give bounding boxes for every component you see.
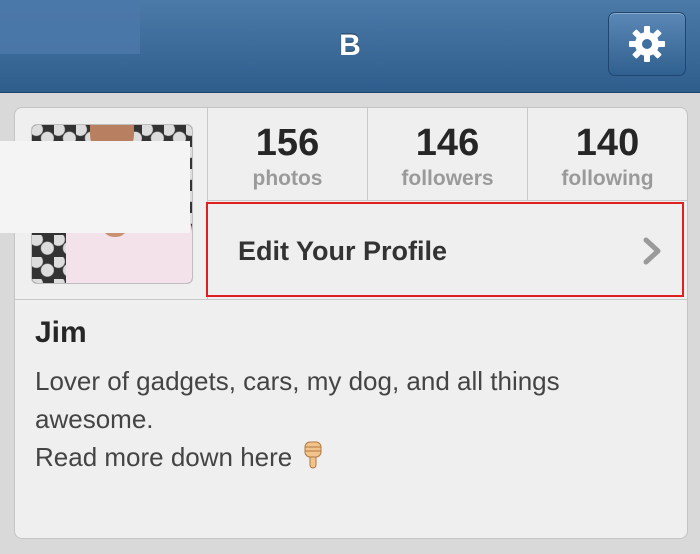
highlight-box [206,202,684,297]
divider [15,299,687,300]
stat-following[interactable]: 140 following [528,108,687,200]
bio-line: awesome. [35,404,154,434]
stat-value: 140 [575,122,640,164]
stat-photos[interactable]: 156 photos [208,108,367,200]
nav-title: B [339,29,361,62]
gear-icon [629,26,665,62]
bio-readmore-text: Read more down here [35,442,293,472]
stat-value: 146 [415,122,480,164]
stat-label: following [561,167,654,190]
stat-followers[interactable]: 146 followers [368,108,527,200]
bio-line: Lover of gadgets, cars, my dog, and all … [35,366,560,396]
stat-value: 156 [255,122,320,164]
profile-name: Jim [35,316,87,349]
navigation-bar: B [0,0,700,93]
bio-line-readmore: Read more down here [35,438,675,480]
pointing-down-hand-icon [302,440,324,480]
settings-button[interactable] [608,12,686,76]
bio-section: Jim Lover of gadgets, cars, my dog, and … [35,316,675,480]
stat-label: photos [252,167,323,190]
divider [207,200,687,201]
avatar-redacted-area [0,141,190,233]
stat-label: followers [401,167,494,190]
